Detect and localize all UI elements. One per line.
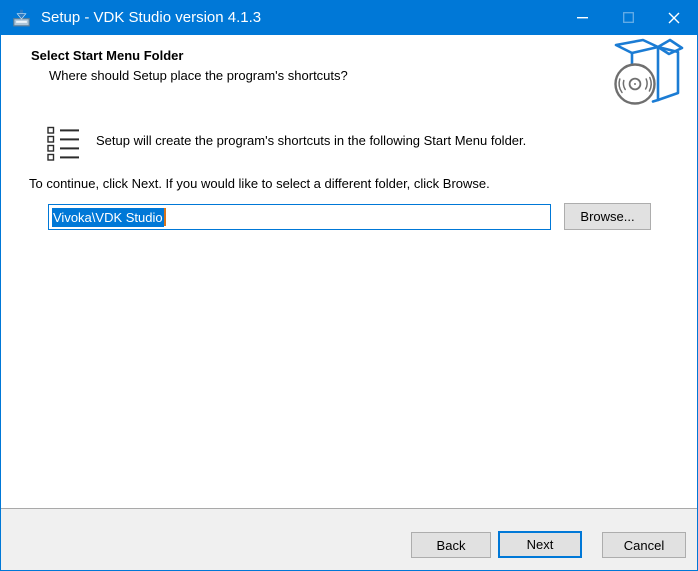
text-caret: [164, 208, 166, 226]
titlebar[interactable]: Setup - VDK Studio version 4.1.3: [1, 0, 697, 35]
setup-wizard-window: Setup - VDK Studio version 4.1.3 Select …: [0, 0, 698, 571]
back-button[interactable]: Back: [411, 532, 491, 558]
browse-button[interactable]: Browse...: [564, 203, 651, 230]
folder-input-value: Vivoka\VDK Studio: [52, 208, 164, 227]
wizard-header: Select Start Menu Folder Where should Se…: [2, 35, 696, 110]
window-title: Setup - VDK Studio version 4.1.3: [41, 9, 261, 26]
folder-input[interactable]: Vivoka\VDK Studio: [48, 204, 551, 230]
button-bar: Back Next Cancel: [1, 508, 697, 570]
minimize-button[interactable]: [559, 0, 605, 35]
installer-app-icon: [12, 8, 31, 27]
cancel-button[interactable]: Cancel: [602, 532, 686, 558]
maximize-button: [605, 0, 651, 35]
software-box-with-disc-icon: [612, 38, 684, 106]
page-title: Select Start Menu Folder: [31, 48, 183, 63]
wizard-content: Setup will create the program's shortcut…: [1, 110, 697, 507]
page-subtitle: Where should Setup place the program's s…: [49, 68, 348, 83]
caption-buttons: [559, 0, 697, 35]
info-text: Setup will create the program's shortcut…: [96, 133, 656, 148]
start-menu-shortcut-list-icon: [47, 126, 80, 161]
close-button[interactable]: [651, 0, 697, 35]
instruction-text: To continue, click Next. If you would li…: [29, 176, 669, 191]
next-button[interactable]: Next: [498, 531, 582, 558]
